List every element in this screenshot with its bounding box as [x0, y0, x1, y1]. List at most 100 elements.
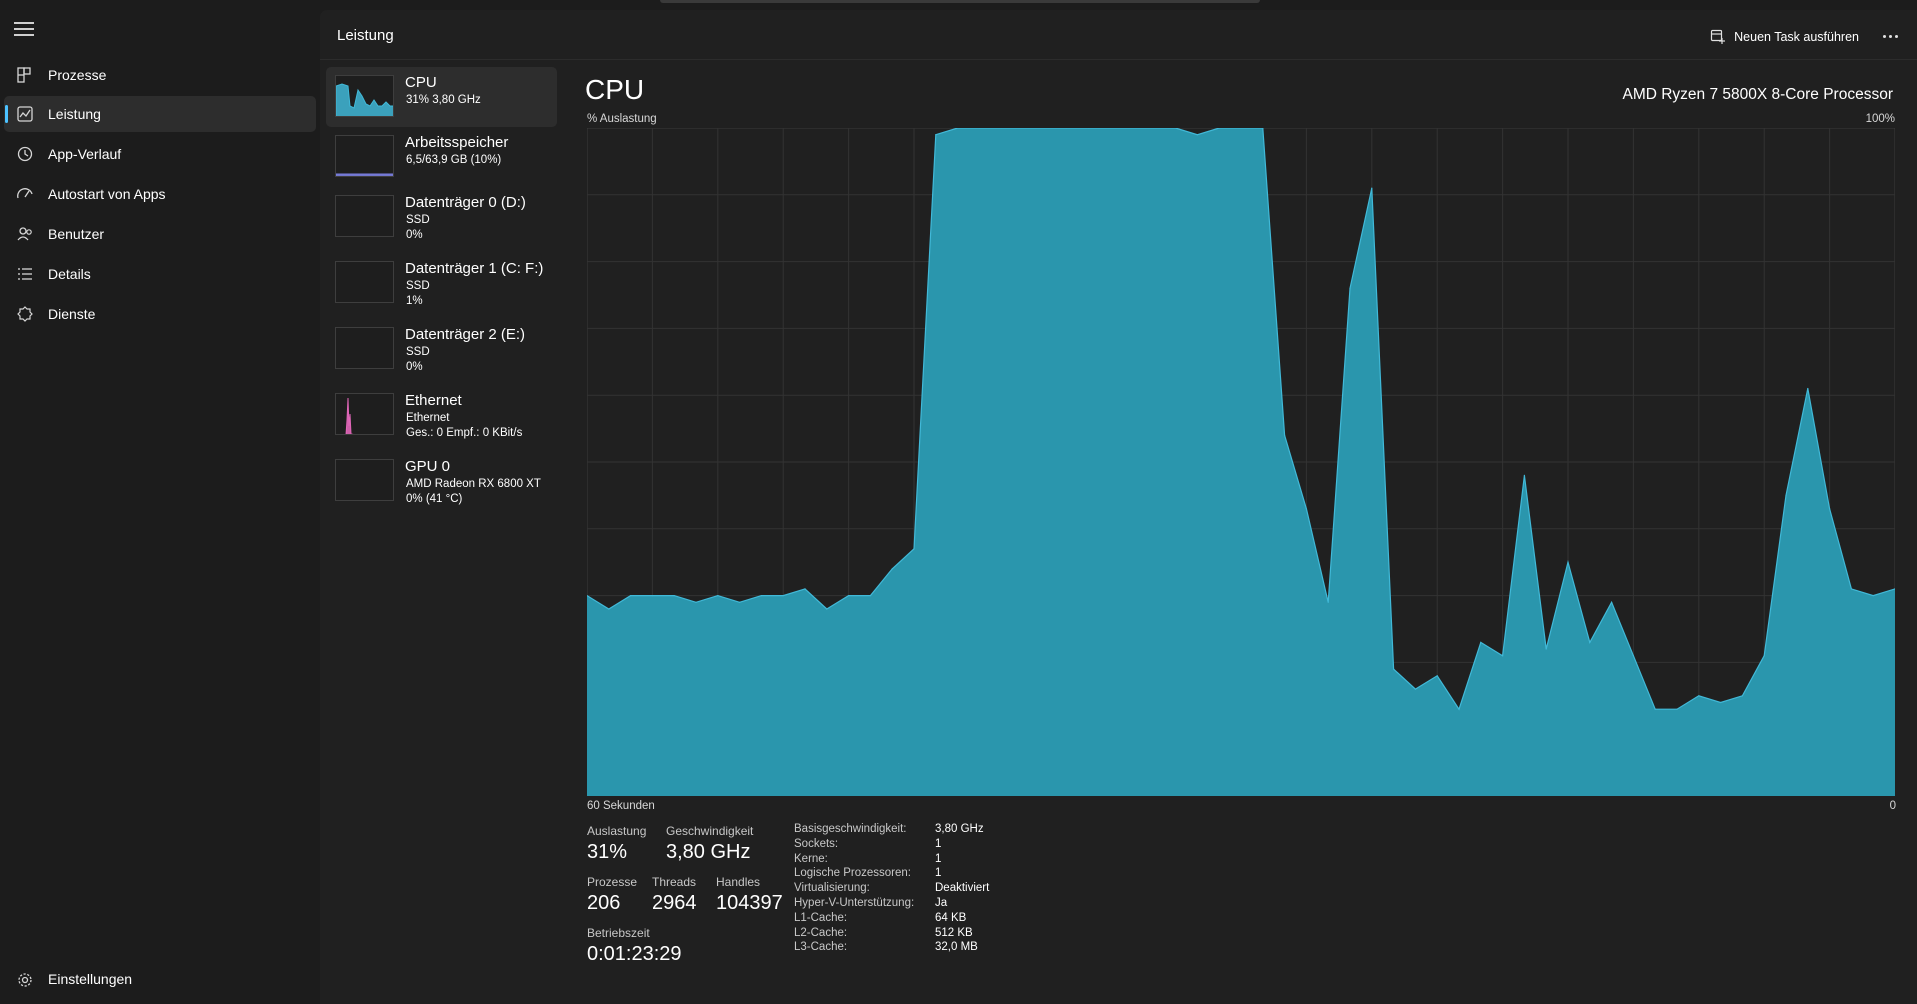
device-detail-secondary: Ges.: 0 Empf.: 0 KBit/s — [406, 427, 523, 439]
services-icon — [17, 306, 33, 322]
device-detail: SSD — [406, 346, 430, 358]
data-point — [1698, 695, 1700, 697]
sidebar-item-startup-apps[interactable]: Autostart von Apps — [4, 176, 316, 212]
sidebar-item-label: App-Verlauf — [48, 146, 122, 162]
data-point — [1196, 134, 1198, 136]
data-point — [869, 595, 871, 597]
device-name: Arbeitsspeicher — [405, 134, 509, 151]
title-bar-handle[interactable] — [660, 0, 1260, 3]
spec-label: Hyper-V-Unterstützung: — [794, 897, 915, 909]
sidebar-item-settings[interactable]: Einstellungen — [4, 962, 316, 998]
device-graph-thumbnail — [335, 261, 394, 303]
data-point — [826, 608, 828, 610]
data-point — [1414, 688, 1416, 690]
device-detail-secondary: 0% — [406, 229, 423, 241]
data-point — [848, 595, 850, 597]
spec-label: L2-Cache: — [794, 926, 848, 939]
data-point — [1523, 474, 1525, 476]
data-point — [1763, 655, 1765, 657]
speed-label: Geschwindigkeit — [666, 824, 754, 838]
data-point — [739, 601, 741, 603]
data-point — [1785, 494, 1787, 496]
data-point — [1480, 641, 1482, 644]
sidebar-item-label: Prozesse — [48, 67, 107, 83]
gear-icon — [18, 973, 32, 987]
sidebar-item-label: Benutzer — [48, 226, 105, 242]
processes-value: 206 — [587, 892, 621, 914]
sidebar-item-users[interactable]: Benutzer — [4, 216, 316, 252]
device-name: CPU — [405, 74, 437, 91]
startup-icon — [17, 188, 33, 199]
sidebar-item-processes[interactable]: Prozesse — [4, 57, 316, 93]
spec-label: L3-Cache: — [794, 941, 848, 954]
device-item[interactable]: Datenträger 0 (D:) SSD 0% — [326, 187, 557, 247]
more-options-icon[interactable] — [1877, 24, 1903, 48]
new-task-icon — [1711, 29, 1726, 44]
y-axis-label: % Auslastung — [587, 113, 657, 125]
sidebar-item-performance[interactable]: Leistung — [4, 96, 316, 132]
history-icon — [17, 146, 33, 162]
device-item[interactable]: GPU 0 AMD Radeon RX 6800 XT 0% (41 °C) — [326, 451, 557, 511]
data-point — [1327, 601, 1329, 603]
sidebar-item-label: Details — [48, 266, 91, 282]
data-point — [1567, 561, 1569, 563]
handles-label: Handles — [716, 875, 761, 889]
device-name: GPU 0 — [405, 458, 451, 475]
sidebar-item-app-history[interactable]: App-Verlauf — [4, 136, 316, 172]
data-point — [1393, 668, 1395, 670]
hamburger-menu-icon[interactable] — [14, 22, 34, 38]
details-icon — [18, 268, 32, 280]
sidebar-item-details[interactable]: Details — [4, 256, 316, 292]
device-item[interactable]: Datenträger 1 (C: F:) SSD 1% — [326, 253, 557, 313]
cpu-title: CPU — [585, 74, 645, 105]
uptime-value: 0:01:23:29 — [587, 943, 682, 965]
device-detail: AMD Radeon RX 6800 XT — [406, 478, 541, 490]
device-item[interactable]: Arbeitsspeicher 6,5/63,9 GB (10%) — [326, 127, 557, 187]
data-point — [1349, 287, 1351, 289]
uptime-label: Betriebszeit — [587, 926, 650, 940]
device-detail: Ethernet — [406, 412, 450, 424]
processes-icon — [17, 67, 31, 83]
x-axis-label: 60 Sekunden — [587, 800, 655, 812]
spec-value: 64 KB — [935, 911, 967, 924]
device-item[interactable]: Ethernet Ethernet Ges.: 0 Empf.: 0 KBit/s — [326, 385, 557, 445]
data-point — [608, 608, 610, 610]
data-point — [1829, 508, 1831, 510]
sidebar-item-services[interactable]: Dienste — [4, 296, 316, 332]
data-point — [1872, 595, 1874, 597]
device-graph-thumbnail — [335, 393, 394, 435]
spec-label: Sockets: — [794, 837, 839, 850]
data-point — [804, 588, 806, 590]
device-name: Ethernet — [405, 392, 462, 409]
speed-value: 3,80 GHz — [666, 841, 751, 863]
data-point — [782, 595, 784, 597]
spec-label: Basisgeschwindigkeit: — [794, 823, 907, 835]
device-detail-secondary: 0% — [406, 361, 423, 373]
cpu-usage-graph — [587, 128, 1895, 796]
sidebar: Prozesse Leistung App-Verlauf Autostart … — [0, 0, 320, 1004]
spec-value: 1 — [935, 837, 942, 850]
data-point — [913, 548, 915, 550]
data-point — [1589, 641, 1591, 644]
data-point — [1305, 508, 1307, 510]
device-item[interactable]: Datenträger 2 (E:) SSD 0% — [326, 319, 557, 379]
device-detail-secondary: 1% — [406, 295, 423, 307]
data-point — [1741, 695, 1743, 697]
data-point — [1720, 701, 1722, 704]
handles-value: 104397 — [716, 892, 783, 914]
device-graph-thumbnail — [335, 327, 394, 369]
processes-label: Prozesse — [587, 875, 638, 889]
device-detail: SSD — [406, 280, 430, 292]
run-new-task-button[interactable]: Neuen Task ausführen — [1710, 25, 1859, 49]
device-name: Datenträger 2 (E:) — [405, 326, 526, 343]
page-title: Leistung — [337, 27, 394, 44]
device-detail-secondary: 0% (41 °C) — [406, 493, 463, 505]
data-point — [1436, 675, 1438, 677]
device-item[interactable]: CPU 31% 3,80 GHz — [326, 67, 557, 127]
spec-label: Logische Prozessoren: — [794, 867, 911, 880]
data-point — [1458, 708, 1460, 710]
device-detail: SSD — [406, 214, 430, 226]
data-point — [1676, 708, 1678, 710]
users-icon — [17, 227, 32, 241]
spec-value: 3,80 GHz — [935, 823, 984, 835]
